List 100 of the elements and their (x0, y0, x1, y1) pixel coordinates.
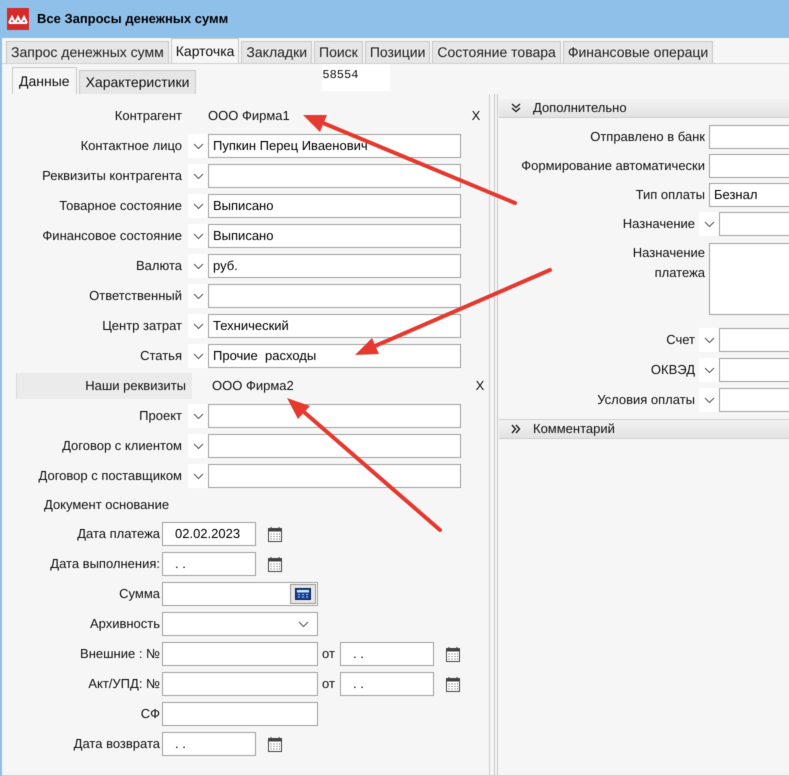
dropdown-button[interactable] (188, 254, 208, 278)
app-logo-icon (7, 8, 29, 30)
dropdown-button[interactable] (699, 328, 719, 352)
dropdown-button[interactable] (188, 344, 208, 368)
field-label: Архивность (88, 615, 161, 634)
dropdown-button[interactable] (188, 134, 208, 158)
date-field[interactable]: 02.02.2023 (162, 522, 256, 546)
field-label: Валюта (135, 257, 183, 276)
our-details-button[interactable]: Наши реквизиты (16, 373, 192, 399)
field-label: Реквизиты контрагента (41, 167, 183, 186)
date-field[interactable]: . . (162, 552, 256, 576)
field-label: Центр затрат (101, 317, 183, 336)
dropdown-button[interactable] (699, 388, 719, 412)
clear-button[interactable]: X (468, 106, 484, 126)
section-header[interactable]: Комментарий (499, 420, 789, 439)
calculator-button[interactable] (290, 584, 316, 604)
dropdown-button[interactable] (188, 404, 208, 428)
double-chevron-down-icon (511, 103, 521, 113)
calendar-icon[interactable] (446, 646, 460, 662)
tab[interactable]: Поиск (314, 41, 363, 63)
field-label: Финансовое состояние (41, 227, 183, 246)
record-number-field[interactable]: 58554 (322, 64, 390, 91)
chevron-down-icon (192, 262, 204, 270)
field-label: Договор с поставщиком (38, 467, 183, 486)
text-field[interactable] (162, 642, 318, 666)
section-label: Документ основание (44, 496, 170, 514)
text-field[interactable] (719, 328, 789, 352)
date-field[interactable]: . . (340, 642, 434, 666)
text-field[interactable] (709, 154, 789, 178)
text-field[interactable] (709, 124, 789, 148)
chevron-down-icon (704, 366, 714, 374)
date-field[interactable]: . . (162, 732, 256, 756)
text-field[interactable] (162, 702, 318, 726)
field-label: Ответственный (88, 287, 183, 306)
text-area[interactable] (709, 243, 789, 315)
text-field[interactable] (162, 672, 318, 696)
dropdown-button[interactable] (188, 284, 208, 308)
text-field[interactable]: Технический (208, 314, 461, 338)
calculator-icon (295, 588, 311, 600)
text-field[interactable]: Пупкин Перец Иваенович (208, 134, 461, 158)
chevron-down-icon (192, 232, 204, 240)
tab[interactable]: Карточка (170, 38, 240, 63)
dropdown-button[interactable] (699, 212, 719, 236)
field-value: ООО Фирма1 (208, 107, 291, 126)
text-field[interactable] (208, 464, 461, 488)
section-header[interactable]: Дополнительно (499, 99, 789, 118)
calendar-icon[interactable] (268, 556, 282, 572)
chevron-down-icon (192, 442, 204, 450)
tab[interactable]: Запрос денежных сумм (6, 41, 169, 63)
text-field[interactable]: Выписано (208, 194, 461, 218)
dropdown-button[interactable] (188, 194, 208, 218)
text-field[interactable] (208, 434, 461, 458)
text-field[interactable] (208, 284, 461, 308)
text-field[interactable]: руб. (208, 254, 461, 278)
tab[interactable]: Состояние товара (432, 41, 561, 63)
field-label: Акт/УПД: № (87, 675, 161, 694)
field-label: Статья (139, 347, 183, 366)
tab[interactable]: Финансовые операци (562, 41, 714, 63)
field-label: Назначение (622, 215, 696, 234)
field-label: Условия оплаты (597, 391, 696, 410)
calendar-icon[interactable] (268, 736, 282, 752)
dropdown-button[interactable] (188, 164, 208, 188)
date-field[interactable]: . . (340, 672, 434, 696)
tab[interactable]: Характеристики (78, 70, 196, 94)
field-label: Товарное состояние (58, 197, 183, 216)
text-field[interactable]: Выписано (208, 224, 461, 248)
dropdown-button[interactable] (188, 224, 208, 248)
dropdown-button[interactable] (188, 434, 208, 458)
text-field[interactable]: Безнал (709, 182, 789, 206)
text-field[interactable]: Прочие расходы (208, 344, 461, 368)
field-value: ООО Фирма2 (212, 377, 295, 396)
field-label: Контрагент (114, 107, 183, 126)
dropdown-button[interactable] (188, 464, 208, 488)
chevron-down-icon (192, 412, 204, 420)
field-label: Дата выполнения: (49, 555, 161, 574)
field-label: Тип оплаты (636, 186, 706, 204)
field-label: СФ (140, 705, 161, 724)
text-field[interactable] (719, 212, 789, 236)
text-field[interactable] (719, 388, 789, 412)
select-field[interactable] (162, 612, 318, 636)
window-title: Все Запросы денежных сумм (37, 10, 228, 28)
text-field[interactable] (719, 358, 789, 382)
dropdown-button[interactable] (699, 358, 719, 382)
from-label: от (322, 645, 336, 664)
chevron-down-icon (192, 202, 204, 210)
field-label: Дата возврата (72, 735, 161, 754)
field-label: Счет (666, 331, 696, 350)
tab[interactable]: Позиции (364, 41, 430, 63)
calendar-icon[interactable] (446, 676, 460, 692)
field-label: Отправлено в банк (590, 128, 706, 146)
text-field[interactable] (208, 164, 461, 188)
text-field[interactable] (162, 582, 318, 606)
tab[interactable]: Данные (12, 67, 77, 94)
clear-button[interactable]: X (472, 376, 488, 396)
calendar-icon[interactable] (268, 526, 282, 542)
dropdown-button[interactable] (188, 314, 208, 338)
field-label: Назначение платежа (632, 244, 706, 282)
text-field[interactable] (208, 404, 461, 428)
chevron-down-icon (704, 336, 714, 344)
tab[interactable]: Закладки (241, 41, 312, 63)
